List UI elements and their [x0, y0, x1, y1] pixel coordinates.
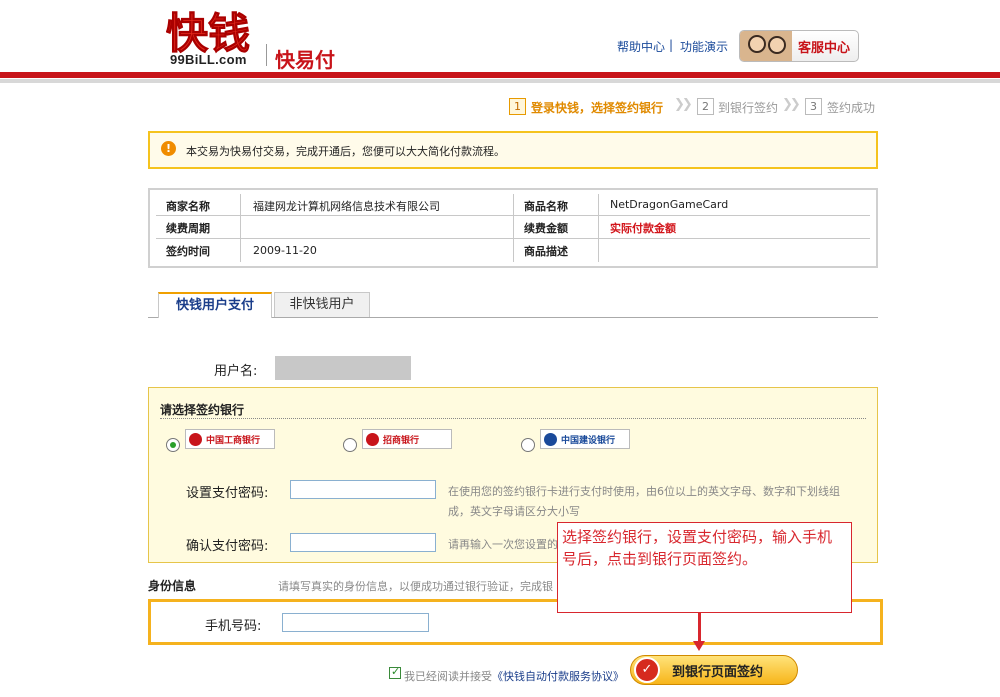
ccb-mark-icon — [544, 432, 557, 446]
notice-text: 本交易为快易付交易，完成开通后，您便可以大大简化付款流程。 — [186, 145, 505, 158]
pay-password-input[interactable] — [290, 480, 436, 499]
icbc-name: 中国工商银行 — [206, 435, 261, 446]
step-arrow-icon: ❯❯ — [674, 97, 693, 112]
bank-section-divider — [160, 418, 866, 419]
step-arrow-icon: ❯❯ — [782, 97, 801, 112]
tab-kuaiqian-user[interactable]: 快钱用户支付 — [158, 292, 272, 318]
bank-radio-icbc[interactable] — [166, 438, 180, 452]
step-2-number: 2 — [697, 98, 714, 115]
agree-text: 我已经阅读并接受《快钱自动付款服务协议》 — [404, 668, 624, 684]
customer-service-label: 客服中心 — [798, 40, 851, 56]
bank-radio-cmb[interactable] — [343, 438, 357, 452]
kuaiqian-logo: 快钱 — [166, 9, 251, 59]
bank-radio-ccb[interactable] — [521, 438, 535, 452]
checkmark-icon: ✓ — [634, 657, 660, 683]
id-section-hint: 请填写真实的身份信息，以便成功通过银行验证，完成银 — [278, 580, 553, 593]
logo-domain: 99BiLL.com — [170, 52, 247, 67]
sign-at-bank-button[interactable]: ✓ 到银行页面签约 — [630, 655, 798, 685]
table-col-divider — [513, 194, 514, 262]
agree-prefix: 我已经阅读并接受 — [404, 670, 492, 683]
callout-arrow-shaft — [698, 613, 701, 643]
pay-password-hint-line2: 成，英文字母请区分大小写 — [448, 505, 580, 518]
demo-link[interactable]: 功能演示 — [680, 38, 728, 55]
step-1-label: 登录快钱，选择签约银行 — [531, 101, 664, 115]
cmb-logo[interactable]: 招商银行 — [362, 429, 452, 449]
confirm-password-input[interactable] — [290, 533, 436, 552]
icbc-mark-icon — [189, 432, 202, 446]
instruction-callout: 选择签约银行，设置支付密码，输入手机号后，点击到银行页面签约。 — [557, 522, 852, 613]
bank-section-title: 请选择签约银行 — [160, 403, 245, 417]
id-section-title: 身份信息 — [148, 579, 197, 593]
sign-date-label: 签约时间 — [166, 245, 210, 258]
ccb-logo[interactable]: 中国建设银行 — [540, 429, 630, 449]
step-3-number: 3 — [805, 98, 822, 115]
sign-at-bank-label: 到银行页面签约 — [672, 664, 764, 680]
product-desc-label: 商品描述 — [524, 245, 568, 258]
product-name: 快易付 — [275, 48, 335, 72]
merchant-name-label: 商家名称 — [166, 200, 210, 213]
support-agents-icon — [740, 31, 792, 61]
product-name-value: NetDragonGameCard — [610, 198, 729, 211]
renewal-amount-value: 实际付款金额 — [610, 222, 676, 235]
confirm-password-label: 确认支付密码: — [186, 539, 269, 554]
table-col-divider — [240, 194, 241, 262]
header-link-divider: | — [669, 38, 674, 52]
header-red-bar — [0, 72, 1000, 78]
ccb-name: 中国建设银行 — [561, 435, 616, 446]
step-2-label: 到银行签约 — [718, 101, 779, 115]
icbc-logo[interactable]: 中国工商银行 — [185, 429, 275, 449]
info-icon: ! — [161, 141, 176, 156]
sign-date-value: 2009-11-20 — [253, 244, 317, 257]
table-col-divider — [598, 194, 599, 262]
step-3-label: 签约成功 — [827, 101, 876, 115]
cmb-name: 招商银行 — [383, 435, 420, 446]
tab-non-kuaiqian-user[interactable]: 非快钱用户 — [274, 292, 370, 317]
pay-password-label: 设置支付密码: — [186, 486, 269, 501]
agree-checkbox[interactable] — [389, 665, 401, 679]
header-grey-bar — [0, 79, 1000, 83]
callout-arrow-icon — [693, 641, 705, 651]
username-value-redacted — [275, 356, 411, 380]
logo-divider — [266, 44, 267, 66]
pay-password-hint-line1: 在使用您的签约银行卡进行支付时使用，由6位以上的英文字母、数字和下划线组 — [448, 485, 840, 498]
merchant-name-value: 福建网龙计算机网络信息技术有限公司 — [253, 200, 440, 213]
logo-mark-text: 快钱 — [166, 9, 250, 58]
confirm-password-hint: 请再输入一次您设置的 — [448, 538, 558, 551]
phone-input[interactable] — [282, 613, 429, 632]
username-label: 用户名: — [214, 364, 258, 379]
customer-service-button[interactable]: 客服中心 — [739, 30, 859, 62]
service-agreement-link[interactable]: 《快钱自动付款服务协议》 — [492, 670, 624, 683]
cmb-mark-icon — [366, 432, 379, 446]
help-center-link[interactable]: 帮助中心 — [617, 38, 665, 55]
renewal-period-label: 续费周期 — [166, 222, 210, 235]
phone-label: 手机号码: — [205, 619, 262, 634]
step-1-number: 1 — [509, 98, 526, 115]
product-name-label: 商品名称 — [524, 200, 568, 213]
renewal-amount-label: 续费金额 — [524, 222, 568, 235]
